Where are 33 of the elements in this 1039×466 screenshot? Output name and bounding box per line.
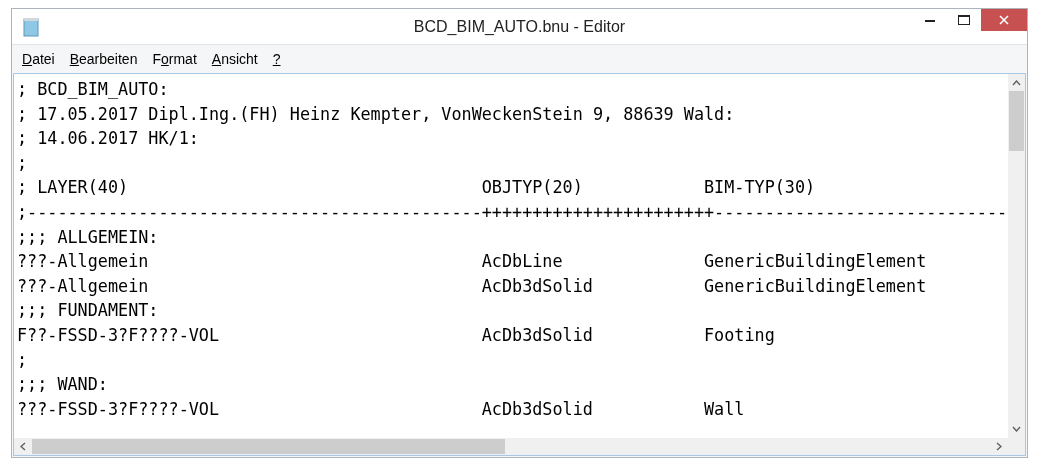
text-line: ;;; ALLGEMEIN: bbox=[17, 225, 159, 249]
vertical-scrollbar[interactable] bbox=[1008, 74, 1025, 438]
scroll-down-icon bbox=[1012, 426, 1021, 432]
text-area[interactable] bbox=[13, 73, 1026, 456]
text-line: ???-Allgemein AcDbLine GenericBuildingElement bbox=[17, 250, 927, 274]
scroll-right-icon bbox=[996, 442, 1002, 451]
text-line: ; BCD_BIM_AUTO: bbox=[17, 78, 169, 101]
menu-item[interactable]: Bearbeiten bbox=[62, 46, 145, 72]
maximize-icon bbox=[958, 15, 970, 25]
horizontal-scrollbar[interactable] bbox=[14, 438, 1008, 455]
notepad-icon bbox=[23, 16, 39, 37]
text-line: ; LAYER(40) OBJTYP(20) BIM-TYP(30) bbox=[17, 176, 816, 200]
menu-item[interactable]: Format bbox=[145, 46, 204, 72]
text-line: ;---------------------------------------------+++++++++++++++++++++++----------------------------- bbox=[17, 200, 1008, 224]
text-line: ; bbox=[17, 348, 28, 372]
text-line: F??-FSSD-3?F????-VOL AcDb3dSolid Footing bbox=[17, 323, 775, 347]
scrollbar-thumb[interactable] bbox=[32, 439, 505, 454]
text-line: ???-Allgemein AcDb3dSolid GenericBuildingElement bbox=[17, 274, 927, 298]
text-line: ;;; FUNDAMENT: bbox=[17, 299, 159, 323]
text-line: ; 14.06.2017 HK/1: bbox=[17, 127, 199, 151]
scroll-up-icon bbox=[1012, 80, 1021, 86]
close-icon bbox=[999, 15, 1009, 25]
window-title: BCD_BIM_AUTO.bnu - Editor bbox=[413, 16, 626, 37]
text-line: ; bbox=[17, 151, 28, 175]
scroll-left-icon bbox=[20, 442, 26, 451]
minimize-icon bbox=[925, 18, 935, 22]
menu-item[interactable]: Datei bbox=[15, 46, 62, 72]
menu-item[interactable]: ? bbox=[265, 46, 288, 72]
menu-item[interactable]: Ansicht bbox=[204, 46, 265, 72]
text-line: ; 17.05.2017 Dipl.Ing.(FH) Heinz Kempter, VonWeckenStein 9, 88639 Wald: bbox=[17, 102, 735, 126]
scrollbar-thumb[interactable] bbox=[1009, 91, 1024, 151]
text-line: ???-FSSD-3?F????-VOL AcDb3dSolid Wall bbox=[17, 397, 745, 421]
text-line: ;;; WAND: bbox=[17, 373, 108, 397]
